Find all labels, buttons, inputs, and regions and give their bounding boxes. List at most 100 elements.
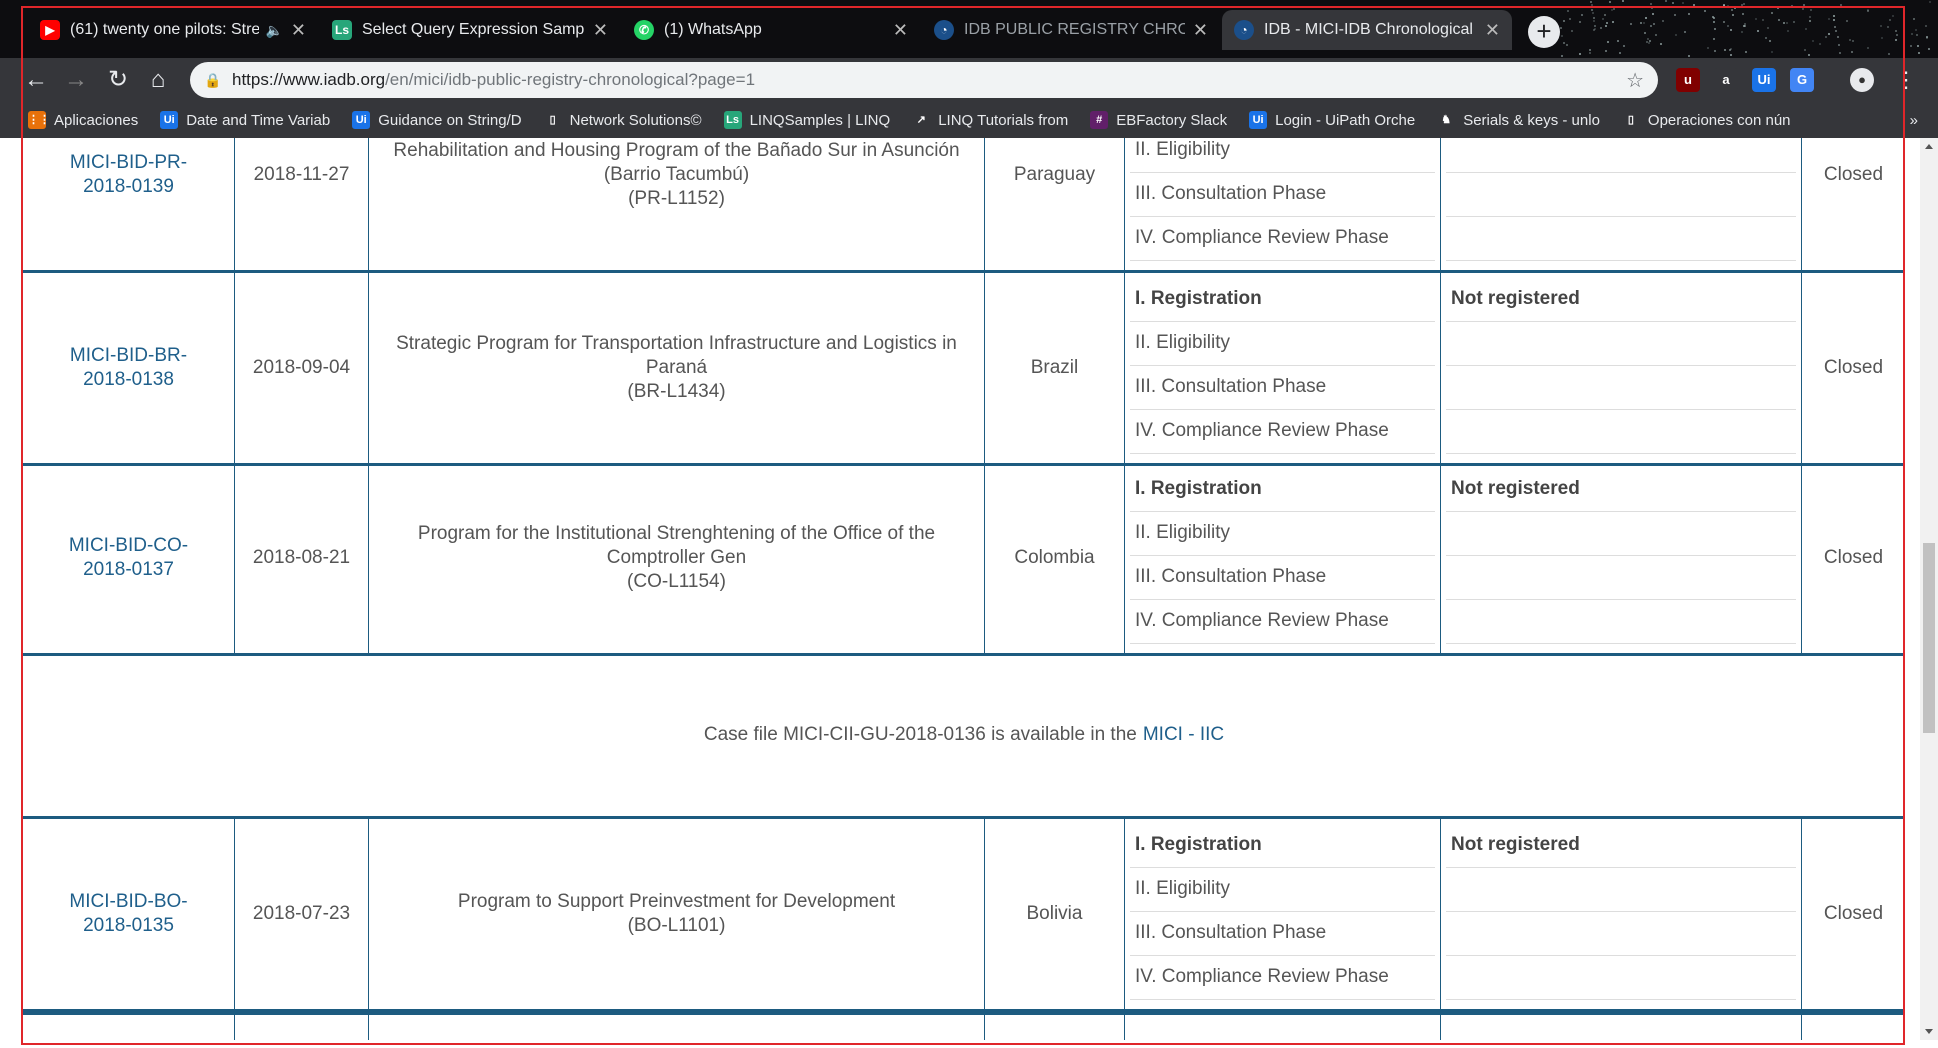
starfield-dot bbox=[1647, 41, 1650, 44]
case-number-link[interactable]: MICI-BID-BO-2018-0135 bbox=[23, 819, 234, 1009]
close-tab-icon[interactable]: ✕ bbox=[593, 20, 608, 41]
case-date: 2018-09-04 bbox=[252, 357, 351, 378]
starfield-dot bbox=[1834, 25, 1837, 28]
bookmark-item[interactable]: ↗ LINQ Tutorials from bbox=[912, 111, 1068, 129]
bookmark-star-icon[interactable]: ☆ bbox=[1626, 68, 1644, 93]
lock-icon[interactable]: 🔒 bbox=[204, 72, 221, 88]
case-number-link[interactable]: MICI-BID-BR-2018-0138 bbox=[23, 273, 234, 463]
starfield-dot bbox=[1895, 29, 1898, 32]
url-host: https://www.iadb.org bbox=[232, 70, 386, 89]
speaker-icon[interactable]: 🔈 bbox=[265, 22, 282, 39]
column-divider bbox=[1124, 1015, 1125, 1040]
starfield-dot bbox=[1793, 20, 1796, 23]
forward-icon[interactable]: → bbox=[60, 64, 92, 96]
close-tab-icon[interactable]: ✕ bbox=[1485, 20, 1500, 41]
bookmark-item[interactable]: Ls LINQSamples | LINQ bbox=[723, 111, 891, 129]
scrollbar-thumb[interactable] bbox=[1923, 543, 1935, 733]
bookmark-item[interactable]: ▯ Network Solutions© bbox=[543, 111, 702, 129]
starfield-dot bbox=[1767, 27, 1770, 30]
back-icon[interactable]: ← bbox=[20, 64, 52, 96]
starfield-dot bbox=[1609, 0, 1612, 3]
starfield-dot bbox=[1645, 16, 1648, 19]
starfield-dot bbox=[1762, 18, 1765, 21]
bookmarks-bar: ⋮⋮ Aplicaciones Ui Date and Time Variab Ui Gu… bbox=[0, 102, 1938, 138]
profile-avatar-icon[interactable]: ● bbox=[1850, 68, 1874, 92]
tab-whatsapp[interactable]: ✆ (1) WhatsApp ✕ bbox=[622, 10, 920, 50]
bookmarks-overflow-icon[interactable]: » bbox=[1910, 112, 1918, 129]
address-bar[interactable]: 🔒 https://www.iadb.org/en/mici/idb-publi… bbox=[190, 62, 1658, 98]
case-number-link[interactable]: MICI-BID-CO-2018-0137 bbox=[23, 463, 234, 653]
starfield-dot bbox=[1650, 2, 1653, 5]
new-tab-button[interactable]: + bbox=[1528, 16, 1560, 48]
uipath-icon: Ui bbox=[352, 111, 371, 129]
starfield-dot bbox=[1785, 21, 1788, 24]
stage-label: II. Eligibility bbox=[1130, 867, 1435, 912]
bookmark-item[interactable]: ♞ Serials & keys - unlo bbox=[1437, 111, 1600, 129]
scroll-up-icon[interactable] bbox=[1925, 144, 1933, 149]
starfield-dot bbox=[1895, 38, 1898, 41]
bookmark-item[interactable]: # EBFactory Slack bbox=[1090, 111, 1227, 129]
tab-idb-chronological[interactable]: ◔ IDB - MICI-IDB Chronological Pu ✕ bbox=[1222, 10, 1512, 50]
starfield-dot bbox=[1732, 14, 1734, 17]
starfield-dot bbox=[1891, 14, 1894, 17]
amazon-extension-icon[interactable]: a bbox=[1714, 68, 1738, 92]
starfield-dot bbox=[1928, 47, 1931, 50]
bookmark-item[interactable]: ▯ Operaciones con nún bbox=[1621, 111, 1791, 129]
project-code: (PR-L1152) bbox=[628, 188, 725, 209]
starfield-dot bbox=[1757, 29, 1760, 32]
stage-list: I. RegistrationII. EligibilityIII. Consu… bbox=[1125, 138, 1440, 270]
project-code: (BO-L1101) bbox=[627, 915, 726, 936]
starfield-dot bbox=[1804, 48, 1807, 51]
starfield-dot bbox=[1741, 31, 1744, 34]
close-tab-icon[interactable]: ✕ bbox=[1193, 20, 1208, 41]
linqsamples-icon: Ls bbox=[332, 20, 352, 40]
registration-empty bbox=[1446, 599, 1796, 644]
scroll-down-icon[interactable] bbox=[1925, 1029, 1933, 1034]
tab-idb-registry[interactable]: ◔ IDB PUBLIC REGISTRY CHRONOL ✕ bbox=[922, 10, 1220, 50]
starfield-dot bbox=[1790, 4, 1793, 7]
starfield-dot bbox=[1712, 38, 1715, 41]
starfield-dot bbox=[1607, 40, 1610, 43]
starfield-dot bbox=[1917, 44, 1920, 47]
starfield-dot bbox=[1591, 9, 1594, 12]
ublock-extension-icon[interactable]: u bbox=[1676, 68, 1700, 92]
menu-kebab-icon[interactable]: ⋮ bbox=[1890, 64, 1922, 96]
uipath-extension-icon[interactable]: Ui bbox=[1752, 68, 1776, 92]
starfield-dot bbox=[1563, 42, 1566, 45]
case-status: Closed bbox=[1823, 357, 1884, 378]
registration-empty bbox=[1446, 555, 1796, 600]
home-icon[interactable]: ⌂ bbox=[142, 64, 174, 96]
project-name: Program to Support Preinvestment for Dev… bbox=[457, 891, 896, 912]
case-number-link[interactable]: MICI-BID-PR-2018-0139 bbox=[23, 138, 234, 270]
starfield-dot bbox=[1592, 17, 1595, 20]
starfield-dot bbox=[1590, 3, 1593, 6]
bookmark-item[interactable]: ⋮⋮ Aplicaciones bbox=[28, 111, 138, 129]
project-cell: Strategic Program for Transportation Inf… bbox=[369, 273, 984, 463]
tab-linq-samples[interactable]: Ls Select Query Expression Sample ✕ bbox=[320, 10, 620, 50]
vertical-scrollbar[interactable] bbox=[1920, 138, 1938, 1040]
translate-extension-icon[interactable]: G bbox=[1790, 68, 1814, 92]
starfield-dot bbox=[1682, 1, 1685, 4]
starfield-dot bbox=[1742, 2, 1745, 5]
bookmark-label: Network Solutions© bbox=[569, 111, 702, 129]
starfield-dot bbox=[1570, 30, 1573, 33]
bookmark-item[interactable]: Ui Login - UiPath Orche bbox=[1249, 111, 1415, 129]
close-tab-icon[interactable]: ✕ bbox=[291, 20, 306, 41]
starfield-dot bbox=[1605, 21, 1608, 24]
starfield-dot bbox=[1825, 35, 1828, 38]
registration-empty bbox=[1446, 911, 1796, 956]
starfield-dot bbox=[1924, 24, 1927, 27]
tab-youtube[interactable]: ▶ (61) twenty one pilots: Stress 🔈 ✕ bbox=[28, 10, 318, 50]
reload-icon[interactable]: ↻ bbox=[102, 64, 134, 96]
bookmark-item[interactable]: Ui Date and Time Variab bbox=[160, 111, 330, 129]
bookmark-label: LINQSamples | LINQ bbox=[749, 111, 891, 129]
registration-list: Not registered bbox=[1441, 819, 1801, 1009]
registration-empty bbox=[1446, 216, 1796, 261]
starfield-dot bbox=[1703, 10, 1706, 13]
bookmark-label: Aplicaciones bbox=[54, 111, 139, 129]
bookmark-item[interactable]: Ui Guidance on String/D bbox=[352, 111, 522, 129]
mici-iic-link[interactable]: MICI - IIC bbox=[1143, 724, 1224, 746]
starfield-dot bbox=[1810, 9, 1813, 12]
starfield-dot bbox=[1926, 35, 1929, 38]
close-tab-icon[interactable]: ✕ bbox=[893, 20, 908, 41]
